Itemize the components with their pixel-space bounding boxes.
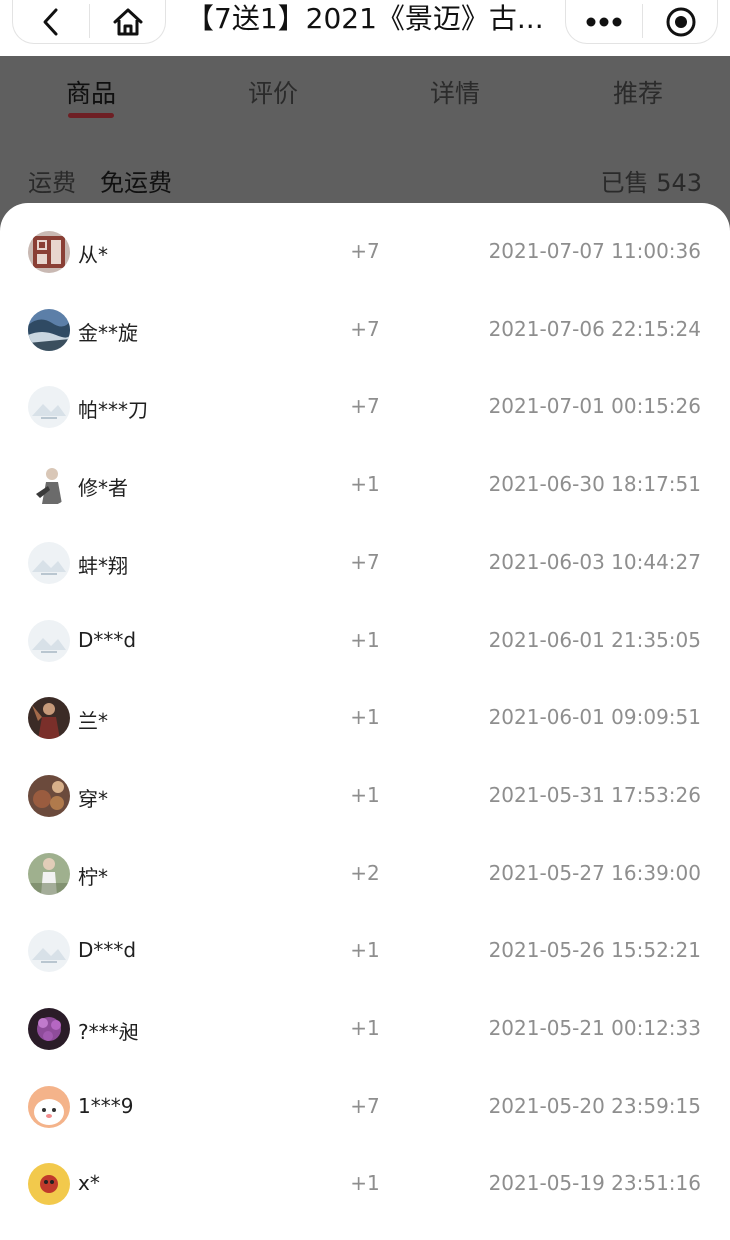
purchase-row: D***d +1 2021-06-01 21:35:05 <box>0 592 730 670</box>
avatar <box>28 619 70 662</box>
buyer-name: 1***9 <box>78 1093 134 1118</box>
avatar <box>28 308 70 351</box>
purchase-row: 1***9 +7 2021-05-20 23:59:15 <box>0 1058 730 1136</box>
tab-recommend[interactable]: 推荐 <box>578 74 698 110</box>
shipping-label: 运费 <box>28 169 76 197</box>
purchase-row: 帕***刀 +7 2021-07-01 00:15:26 <box>0 358 730 436</box>
purchase-row: x* +1 2021-05-19 23:51:16 <box>0 1135 730 1213</box>
purchase-row: 蚌*翔 +7 2021-06-03 10:44:27 <box>0 514 730 592</box>
purchase-row: 兰* +1 2021-06-01 09:09:51 <box>0 669 730 747</box>
purchase-time: 2021-05-21 00:12:33 <box>488 1016 701 1040</box>
active-tab-indicator <box>68 113 114 118</box>
purchase-time: 2021-07-06 22:15:24 <box>488 316 701 341</box>
tab-reviews[interactable]: 评价 <box>213 74 333 110</box>
purchase-quantity: +7 <box>350 316 380 341</box>
purchase-quantity: +7 <box>350 394 380 419</box>
purchase-time: 2021-05-20 23:59:15 <box>488 1093 701 1118</box>
purchase-row: ?***昶 +1 2021-05-21 00:12:33 <box>0 980 730 1058</box>
purchase-time: 2021-05-26 15:52:21 <box>488 938 701 963</box>
purchase-quantity: +1 <box>350 1171 380 1196</box>
purchase-row: 修*者 +1 2021-06-30 18:17:51 <box>0 436 730 514</box>
close-miniprogram-button[interactable] <box>643 0 719 44</box>
buyer-name: D***d <box>78 627 137 652</box>
buyer-name: 柠* <box>78 864 108 889</box>
buyer-name: 穿* <box>78 786 108 811</box>
purchase-row: 金**旋 +7 2021-07-06 22:15:24 <box>0 281 730 359</box>
purchase-quantity: +1 <box>350 938 380 963</box>
buyer-name: 蚌*翔 <box>78 553 128 578</box>
shipping-value: 免运费 <box>100 169 172 197</box>
sold-count: 已售 543 <box>600 169 702 197</box>
target-icon <box>666 7 696 37</box>
purchase-quantity: +1 <box>350 627 380 652</box>
purchase-quantity: +7 <box>350 549 380 574</box>
purchase-records-sheet: 从* +7 2021-07-07 11:00:36 金**旋 +7 2021-07-06 … <box>0 203 730 1240</box>
purchase-quantity: +1 <box>350 705 380 730</box>
tab-details[interactable]: 详情 <box>395 74 515 110</box>
nav-capsule <box>12 0 166 44</box>
purchase-time: 2021-05-31 17:53:26 <box>488 782 701 807</box>
buyer-name: ?***昶 <box>78 1020 139 1044</box>
purchase-quantity: +1 <box>350 472 380 497</box>
menu-capsule <box>565 0 718 44</box>
purchase-time: 2021-06-01 09:09:51 <box>488 705 701 730</box>
avatar <box>28 1008 70 1050</box>
more-dots-icon <box>586 17 622 27</box>
purchase-row: 穿* +1 2021-05-31 17:53:26 <box>0 747 730 825</box>
buyer-name: 从* <box>78 243 108 267</box>
purchase-quantity: +7 <box>350 239 380 263</box>
avatar <box>28 697 70 740</box>
purchase-time: 2021-07-07 11:00:36 <box>488 239 701 263</box>
purchase-time: 2021-06-30 18:17:51 <box>488 472 701 497</box>
home-button[interactable] <box>90 0 166 44</box>
purchase-time: 2021-06-03 10:44:27 <box>488 549 701 574</box>
purchase-quantity: +2 <box>350 860 380 885</box>
avatar <box>28 1085 70 1128</box>
buyer-name: D***d <box>78 938 137 963</box>
purchase-row: 从* +7 2021-07-07 11:00:36 <box>0 203 730 281</box>
purchase-row: 柠* +2 2021-05-27 16:39:00 <box>0 825 730 903</box>
back-button[interactable] <box>13 0 89 44</box>
buyer-name: 修*者 <box>78 476 128 501</box>
purchase-time: 2021-06-01 21:35:05 <box>488 627 701 652</box>
buyer-name: 帕***刀 <box>78 398 148 423</box>
avatar <box>28 852 70 895</box>
avatar <box>28 774 70 817</box>
tab-product[interactable]: 商品 <box>31 74 151 110</box>
avatar <box>28 541 70 584</box>
avatar <box>28 386 70 429</box>
purchase-quantity: +1 <box>350 1016 380 1040</box>
purchase-row: D***d +1 2021-05-26 15:52:21 <box>0 902 730 980</box>
home-icon <box>113 8 143 36</box>
more-button[interactable] <box>566 0 642 44</box>
chevron-left-icon <box>43 8 58 36</box>
buyer-name: x* <box>78 1171 100 1196</box>
avatar <box>28 231 70 273</box>
purchase-quantity: +1 <box>350 782 380 807</box>
avatar <box>28 930 70 973</box>
page-title: 【7送1】2021《景迈》古... <box>186 2 544 35</box>
purchase-time: 2021-07-01 00:15:26 <box>488 394 701 419</box>
purchase-quantity: +7 <box>350 1093 380 1118</box>
buyer-name: 金**旋 <box>78 320 138 345</box>
purchase-time: 2021-05-27 16:39:00 <box>488 860 701 885</box>
avatar <box>28 1163 70 1206</box>
buyer-name: 兰* <box>78 709 108 734</box>
top-navigation-bar: 【7送1】2021《景迈》古... <box>0 0 730 56</box>
avatar <box>28 464 70 507</box>
product-tabs: 商品 评价 详情 推荐 <box>0 56 730 136</box>
purchase-time: 2021-05-19 23:51:16 <box>488 1171 701 1196</box>
